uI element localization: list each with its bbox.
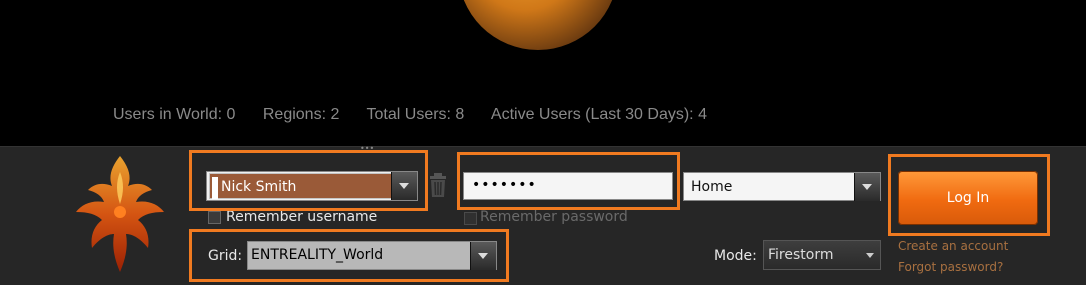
remember-password-checkbox[interactable] [464,212,477,225]
phoenix-logo-icon [76,156,164,272]
planet-image [458,0,618,50]
remember-password-label: Remember password [480,209,628,225]
start-location-value: Home [691,179,733,195]
create-account-link[interactable]: Create an account [898,239,1008,253]
active-users-stat: Active Users (Last 30 Days): 4 [490,106,707,123]
username-highlight [189,150,428,211]
start-location-dropdown-button[interactable] [854,173,880,201]
chevron-down-icon [866,253,874,258]
remember-username-label: Remember username [226,209,378,225]
mode-value: Firestorm [768,247,834,263]
grid-stats: Users in World: 0 Regions: 2 Total Users… [113,106,730,124]
grid-highlight [189,229,509,282]
splash-area: Users in World: 0 Regions: 2 Total Users… [0,0,1086,146]
regions-stat: Regions: 2 [262,106,340,123]
forgot-password-link[interactable]: Forgot password? [898,260,1003,274]
trash-icon[interactable] [428,172,448,198]
mode-select[interactable]: Firestorm [763,240,881,270]
password-highlight [457,152,680,210]
remember-username-checkbox[interactable] [208,211,221,224]
users-in-world-stat: Users in World: 0 [113,106,236,123]
total-users-stat: Total Users: 8 [366,106,465,123]
mode-label: Mode: [714,248,757,264]
login-button-highlight [888,154,1050,236]
drag-handle: ••• [360,144,380,153]
start-location-select[interactable]: Home [683,172,881,201]
